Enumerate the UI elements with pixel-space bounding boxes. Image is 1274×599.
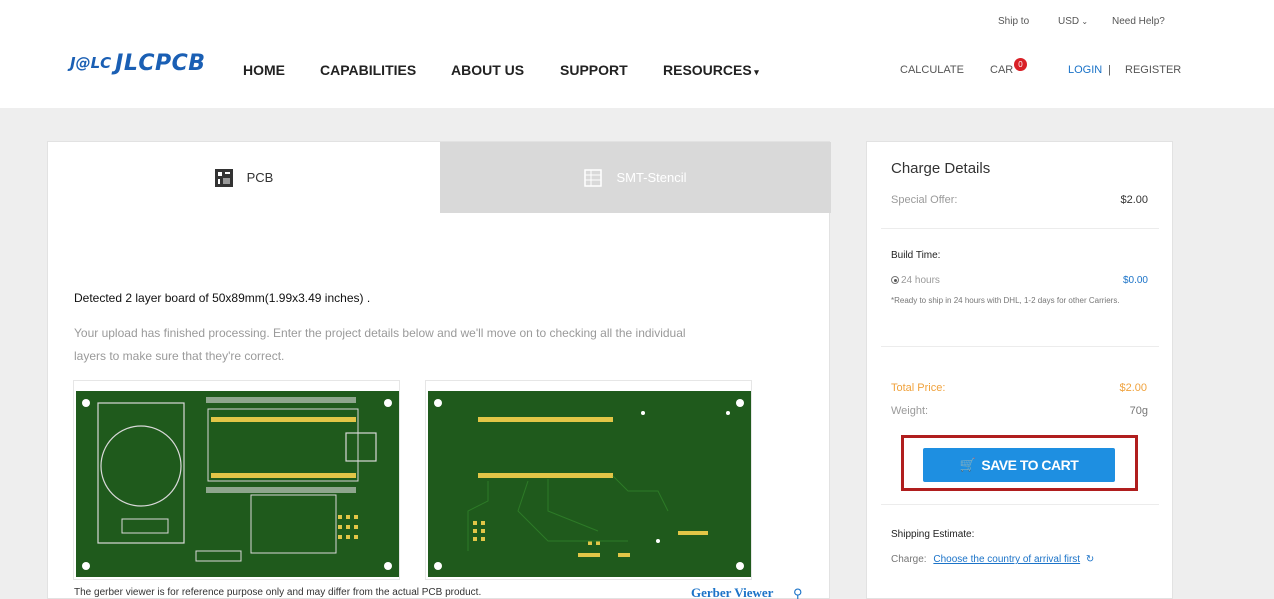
total-price-value: $2.00 <box>1119 382 1147 394</box>
nav-capabilities[interactable]: CAPABILITIES <box>320 62 416 78</box>
build-time-option[interactable]: 24 hours $0.00 <box>891 275 1148 286</box>
upload-panel: PCB SMT-Stencil Detected 2 layer board o… <box>47 141 831 599</box>
weight-row: Weight: 70g <box>891 405 1148 417</box>
shipping-estimate-title: Shipping Estimate: <box>891 529 975 540</box>
ship-to-link[interactable]: Ship to <box>998 16 1029 27</box>
tab-pcb[interactable]: PCB <box>48 142 440 213</box>
charge-details-panel: Charge Details Special Offer: $2.00 Buil… <box>866 141 1173 599</box>
cart-count-badge: 0 <box>1014 58 1027 71</box>
upload-description: Your upload has finished processing. Ent… <box>74 326 686 363</box>
nav-home[interactable]: HOME <box>243 62 285 78</box>
login-link[interactable]: LOGIN <box>1068 64 1102 76</box>
special-offer-row: Special Offer: $2.00 <box>891 194 1148 206</box>
cart-icon: 🛒 <box>959 457 976 472</box>
divider <box>881 504 1159 505</box>
pcb-bottom-preview <box>425 380 752 580</box>
choose-country-link[interactable]: Choose the country of arrival first <box>933 554 1080 565</box>
stencil-icon <box>584 168 603 187</box>
divider <box>881 346 1159 347</box>
special-offer-value: $2.00 <box>1120 194 1148 206</box>
detected-board-text: Detected 2 layer board of 50x89mm(1.99x3… <box>74 291 371 305</box>
gerber-disclaimer: The gerber viewer is for reference purpo… <box>74 587 482 598</box>
need-help-link[interactable]: Need Help? <box>1112 16 1165 27</box>
nav-separator: | <box>1108 64 1111 76</box>
tab-pcb-label: PCB <box>246 170 274 185</box>
magnifier-icon[interactable]: ⚲ <box>793 586 803 599</box>
pcb-icon <box>214 168 233 187</box>
tab-smt-label: SMT-Stencil <box>616 170 687 185</box>
refresh-icon[interactable]: ↻ <box>1086 554 1094 565</box>
total-price-label: Total Price: <box>891 382 946 394</box>
calculate-link[interactable]: CALCULATE <box>900 64 964 76</box>
caret-down-icon: ▾ <box>751 67 759 77</box>
chevron-down-icon: ⌄ <box>1079 17 1089 26</box>
register-link[interactable]: REGISTER <box>1125 64 1181 76</box>
nav-about-us[interactable]: ABOUT US <box>451 62 524 78</box>
shipping-charge-row: Charge: Choose the country of arrival fi… <box>891 554 1095 565</box>
gerber-viewer-link[interactable]: Gerber Viewer <box>691 585 773 599</box>
pcb-top-image <box>76 391 399 577</box>
pcb-bottom-image <box>428 391 751 577</box>
site-header: Ship to USD ⌄ Need Help? J@LC JLCPCB HOM… <box>0 0 1274 108</box>
nav-support[interactable]: SUPPORT <box>560 62 628 78</box>
jlcpcb-logo[interactable]: J@LC JLCPCB <box>70 50 206 76</box>
currency-select[interactable]: USD ⌄ <box>1058 16 1088 27</box>
build-time-note: *Ready to ship in 24 hours with DHL, 1-2… <box>891 296 1120 305</box>
build-time-radio[interactable] <box>891 276 899 284</box>
save-to-cart-button[interactable]: 🛒 SAVE TO CART <box>923 448 1115 482</box>
nav-resources[interactable]: RESOURCES ▾ <box>663 62 759 78</box>
divider <box>881 228 1159 229</box>
build-time-value: $0.00 <box>1122 275 1148 286</box>
cart-link[interactable]: CAR 0 <box>990 58 1027 76</box>
pcb-top-preview <box>73 380 400 580</box>
tab-smt-stencil[interactable]: SMT-Stencil <box>440 142 831 213</box>
charge-details-title: Charge Details <box>891 160 991 177</box>
weight-value: 70g <box>1129 405 1148 417</box>
build-time-title: Build Time: <box>891 250 941 261</box>
